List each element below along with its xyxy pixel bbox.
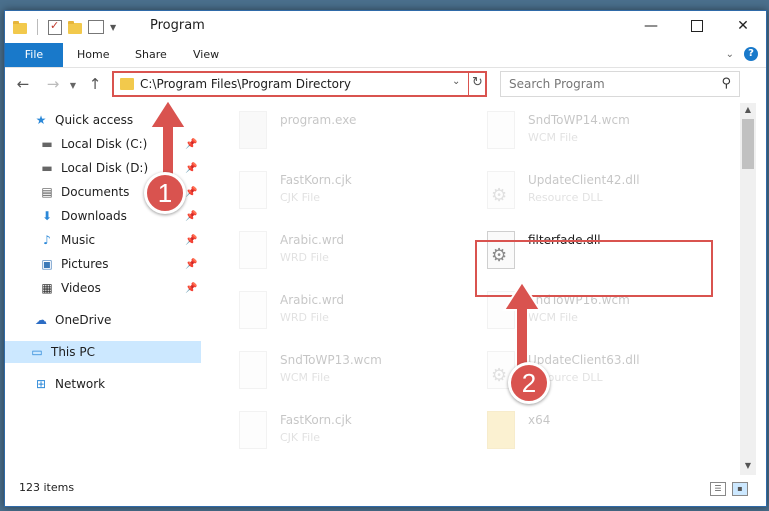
step-badge-1: 1	[144, 172, 186, 214]
step-badge-2: 2	[508, 362, 550, 404]
arrow-1	[148, 98, 188, 183]
annotation-arrows	[148, 98, 542, 373]
arrow-2	[502, 280, 542, 373]
